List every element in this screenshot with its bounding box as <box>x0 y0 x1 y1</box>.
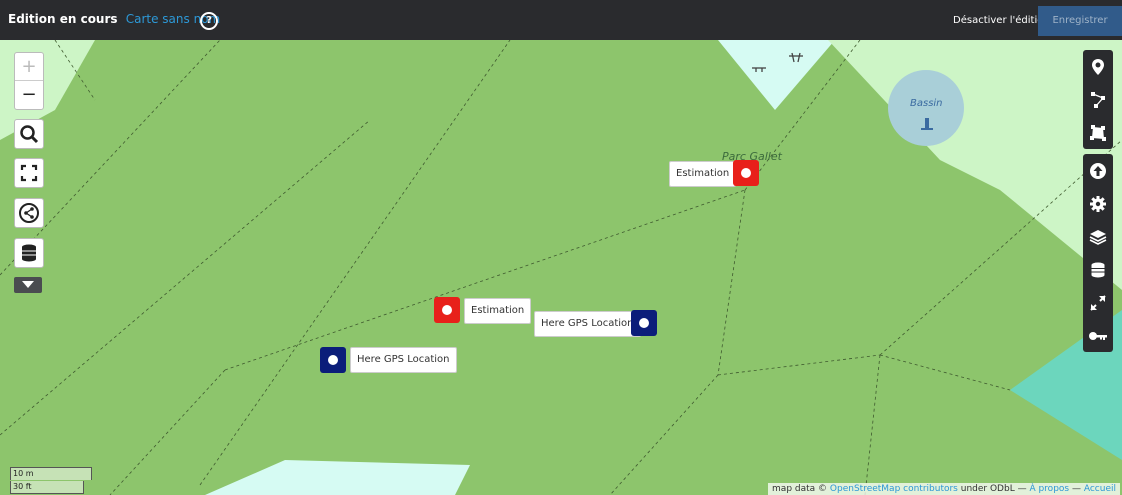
marker-dot-icon <box>328 355 338 365</box>
layers-icon <box>22 244 36 262</box>
map-attribution: map data © OpenStreetMap contributors un… <box>768 483 1120 495</box>
draw-marker-button[interactable] <box>1083 50 1113 83</box>
polygon-icon <box>1090 124 1106 141</box>
attribution-separator: — <box>1071 484 1081 494</box>
marker-tooltip: Here GPS Location <box>534 311 641 337</box>
move-icon <box>1090 294 1106 311</box>
attribution-license: under ODbL — <box>960 484 1027 494</box>
top-bar: Edition en cours Carte sans nom ? Désact… <box>0 0 1122 40</box>
edit-toolbar <box>1083 154 1113 352</box>
marker-dot-icon <box>741 168 751 178</box>
data-layers-button[interactable] <box>14 238 44 268</box>
attribution-prefix: map data © <box>772 484 828 494</box>
permissions-button[interactable] <box>1083 319 1113 352</box>
gps-location-marker[interactable] <box>631 310 657 336</box>
map-canvas[interactable]: Parc Gallet Bassin Estimation Estimation… <box>0 40 1122 495</box>
marker-dot-icon <box>442 305 452 315</box>
caret-down-icon <box>22 281 34 288</box>
upload-icon <box>1090 162 1106 179</box>
more-controls-button[interactable] <box>14 277 42 293</box>
layers-icon <box>1089 229 1107 245</box>
zoom-control: + − <box>14 52 44 110</box>
search-button[interactable] <box>14 119 44 149</box>
manage-layers-button[interactable] <box>1083 220 1113 253</box>
database-icon <box>1091 262 1105 277</box>
search-icon <box>20 125 39 144</box>
about-link[interactable]: À propos <box>1029 484 1069 494</box>
editing-status: Edition en cours Carte sans nom <box>8 12 220 26</box>
draw-line-button[interactable] <box>1083 83 1113 116</box>
zoom-out-button[interactable]: − <box>15 81 43 108</box>
disable-edit-button[interactable]: Désactiver l'édition <box>953 15 1050 26</box>
manage-data-button[interactable] <box>1083 253 1113 286</box>
fullscreen-button[interactable] <box>14 158 44 188</box>
settings-button[interactable] <box>1083 187 1113 220</box>
marker-dot-icon <box>639 318 649 328</box>
editing-title: Edition en cours <box>8 12 118 26</box>
osm-link[interactable]: OpenStreetMap contributors <box>830 484 958 494</box>
gear-icon <box>1090 195 1106 212</box>
help-icon[interactable]: ? <box>200 12 218 30</box>
share-button[interactable] <box>14 198 44 228</box>
draw-toolbar <box>1083 50 1113 149</box>
save-button[interactable]: Enregistrer <box>1038 6 1122 36</box>
estimation-marker[interactable] <box>434 297 460 323</box>
center-map-button[interactable] <box>1083 286 1113 319</box>
map-tiles <box>0 40 1122 495</box>
marker-tooltip: Estimation <box>464 298 532 324</box>
gps-location-marker[interactable] <box>320 347 346 373</box>
scale-imperial: 30 ft <box>10 481 84 494</box>
map-app: Edition en cours Carte sans nom ? Désact… <box>0 0 1122 495</box>
zoom-in-button[interactable]: + <box>15 53 43 80</box>
draw-polygon-button[interactable] <box>1083 116 1113 149</box>
marker-tooltip: Here GPS Location <box>350 347 457 373</box>
scale-metric: 10 m <box>10 467 92 480</box>
share-icon <box>19 203 39 223</box>
key-icon <box>1089 331 1107 340</box>
import-button[interactable] <box>1083 154 1113 187</box>
marker-tooltip: Estimation <box>669 161 737 187</box>
basin-label: Bassin <box>910 98 943 109</box>
fullscreen-icon <box>20 164 38 182</box>
home-link[interactable]: Accueil <box>1084 484 1116 494</box>
estimation-marker[interactable] <box>733 160 759 186</box>
marker-icon <box>1092 58 1104 75</box>
polyline-icon <box>1091 91 1105 108</box>
